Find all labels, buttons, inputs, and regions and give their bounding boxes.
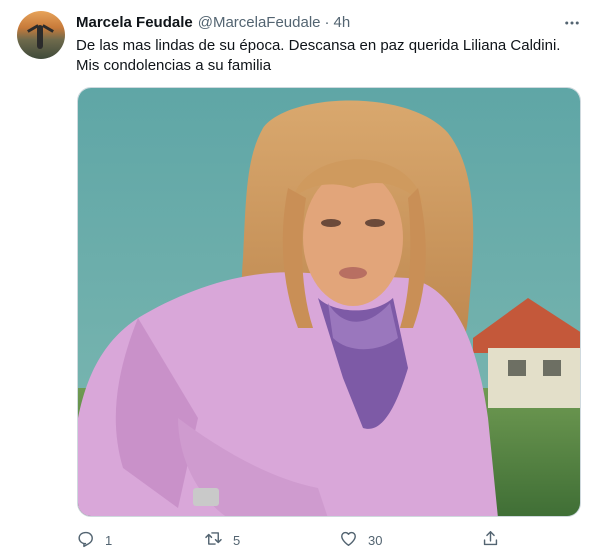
more-icon[interactable] [562,13,582,33]
tweet-text-line: Mis condolencias a su familia [76,57,272,74]
author-handle[interactable]: @MarcelaFeudale [198,14,321,31]
tweet-text: De las mas lindas de su época. Descansa … [76,36,586,76]
separator: · [324,13,330,31]
like-icon [339,529,358,551]
reply-button[interactable]: 1 [76,528,112,552]
avatar-arm-right [42,24,54,33]
reply-icon [76,529,95,551]
retweet-button[interactable]: 5 [204,528,240,552]
share-button[interactable] [481,528,500,552]
tweet-time[interactable]: 4h [334,14,351,31]
reply-count: 1 [105,532,113,548]
photo-illustration [78,88,580,516]
share-icon [481,529,500,551]
like-count: 30 [368,532,383,548]
retweet-count: 5 [233,532,241,548]
like-button[interactable]: 30 [339,528,382,552]
avatar[interactable] [17,11,65,59]
tweet-actions: 1 5 30 [76,528,516,552]
retweet-icon [204,529,223,551]
avatar-figure [37,25,43,49]
tweet-text-line: De las mas lindas de su época. Descansa … [76,37,561,54]
tweet-photo[interactable] [77,87,581,517]
tweet-header: Marcela Feudale @MarcelaFeudale · 4h [76,12,350,32]
author-name[interactable]: Marcela Feudale [76,14,193,31]
